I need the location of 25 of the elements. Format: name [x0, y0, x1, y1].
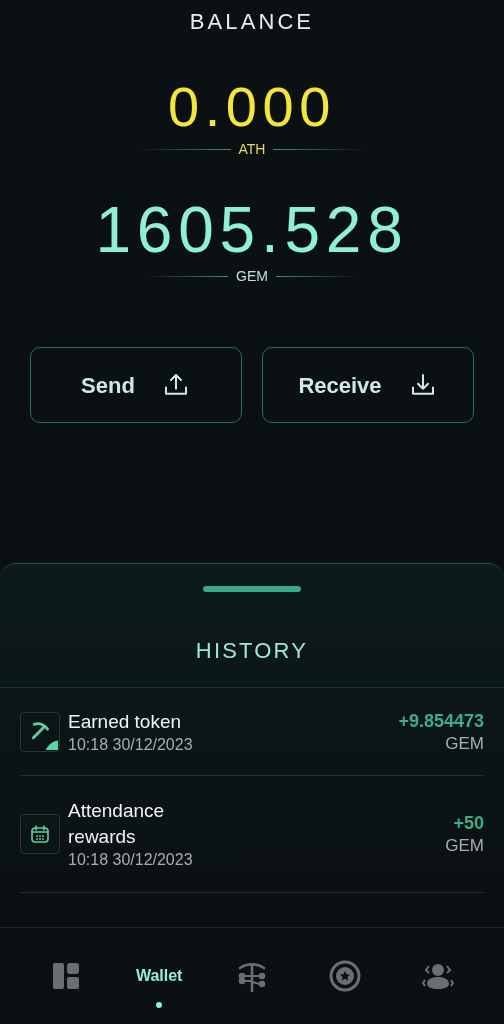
people-icon [421, 962, 454, 990]
history-title: HISTORY [195, 637, 309, 665]
transaction-amount: +9.854473 [398, 709, 484, 733]
pickaxe-icon [20, 711, 60, 752]
transaction-title: Earned token [68, 709, 183, 734]
balance-title: BALANCE [189, 9, 315, 35]
send-button[interactable]: Send [30, 347, 242, 423]
transaction-time: 10:18 30/12/2023 [68, 734, 194, 755]
currency-label: GEM [236, 267, 268, 286]
nav-tab[interactable]: Wallet [135, 958, 183, 994]
pickaxe-circuit-icon [236, 960, 268, 992]
currency-label: ATH [238, 140, 266, 159]
calendar-icon [20, 814, 60, 854]
dashboard-icon [53, 963, 80, 989]
currency-label: GEM [445, 835, 484, 857]
balance-amount: 1605.528 [95, 198, 409, 262]
transaction-title: Attendance rewards [68, 799, 166, 849]
currency-label: GEM [445, 732, 484, 755]
star-badge-icon [328, 960, 361, 992]
nav-tab[interactable] [328, 958, 361, 994]
transaction-amount: +50 [453, 812, 484, 835]
balance-amount: 0.000 [167, 79, 337, 135]
transaction-time: 10:18 30/12/2023 [68, 850, 194, 870]
receive-button[interactable]: Receive [262, 347, 474, 423]
drag-handle[interactable] [203, 586, 301, 592]
